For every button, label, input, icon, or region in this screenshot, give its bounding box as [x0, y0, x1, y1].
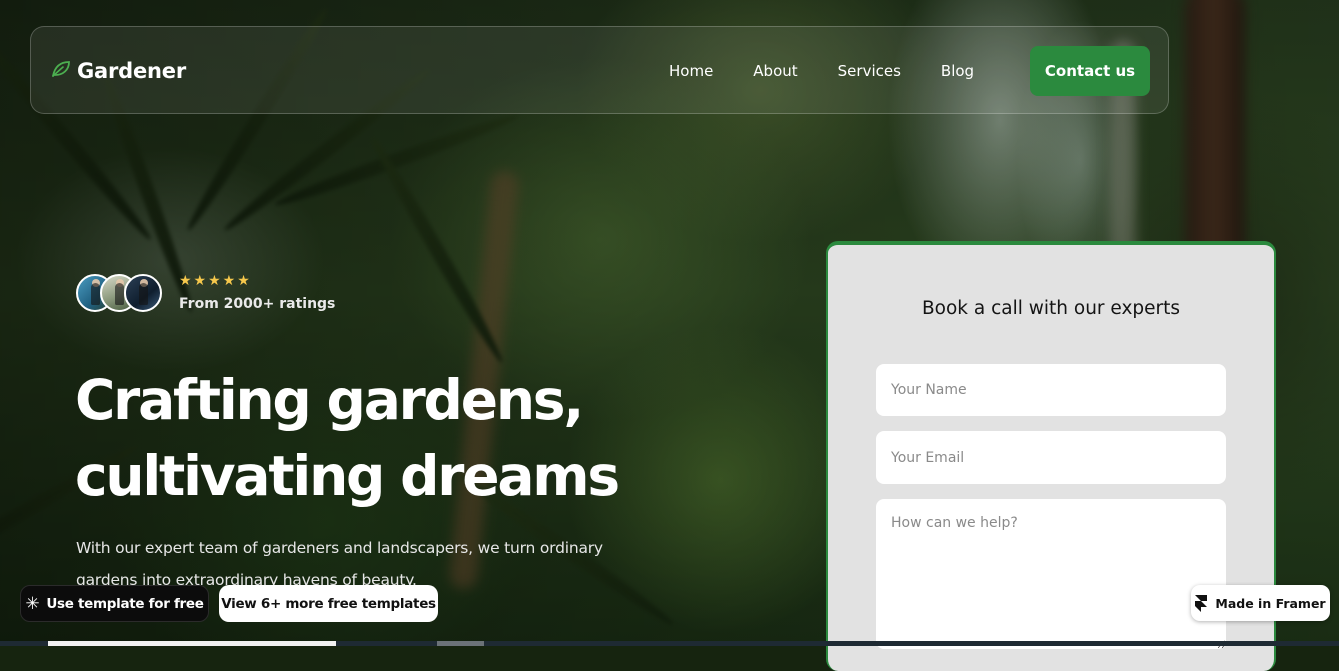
headline-line-1: Crafting gardens,: [75, 368, 584, 432]
contact-us-button[interactable]: Contact us: [1030, 46, 1150, 96]
asterisk-icon: ✳: [25, 593, 40, 614]
ratings-block: ★★★★★ From 2000+ ratings: [76, 273, 335, 312]
more-templates-button[interactable]: View 6+ more free templates: [219, 585, 438, 622]
use-template-button[interactable]: ✳ Use template for free: [20, 585, 209, 622]
email-input[interactable]: [876, 431, 1226, 484]
form-title: Book a call with our experts: [921, 298, 1181, 319]
name-input[interactable]: [876, 364, 1226, 416]
headline-line-2: cultivating dreams: [75, 444, 620, 508]
rating-label: From 2000+ ratings: [179, 296, 336, 312]
made-in-framer-badge[interactable]: Made in Framer: [1191, 585, 1330, 621]
nav-link-services[interactable]: Services: [838, 62, 901, 80]
use-template-label: Use template for free: [46, 595, 204, 612]
leaf-icon: [51, 60, 71, 82]
more-templates-label: View 6+ more free templates: [221, 595, 436, 612]
nav-link-home[interactable]: Home: [669, 62, 713, 80]
brand-name: Gardener: [77, 59, 186, 83]
avatar: [124, 273, 162, 312]
hero-headline: Crafting gardens, cultivating dreams: [75, 362, 775, 514]
nav-link-about[interactable]: About: [753, 62, 797, 80]
framer-logo-icon: [1195, 594, 1208, 612]
nav-links: Home About Services Blog: [669, 62, 974, 80]
message-textarea[interactable]: [876, 499, 1226, 649]
nav-link-blog[interactable]: Blog: [941, 62, 974, 80]
navbar: Gardener Home About Services Blog Contac…: [30, 26, 1169, 114]
brand-logo[interactable]: Gardener: [51, 59, 186, 83]
framer-badge-label: Made in Framer: [1215, 595, 1326, 611]
star-rating-icons: ★★★★★: [179, 273, 252, 289]
bottom-scroll-strip: [0, 641, 1339, 646]
